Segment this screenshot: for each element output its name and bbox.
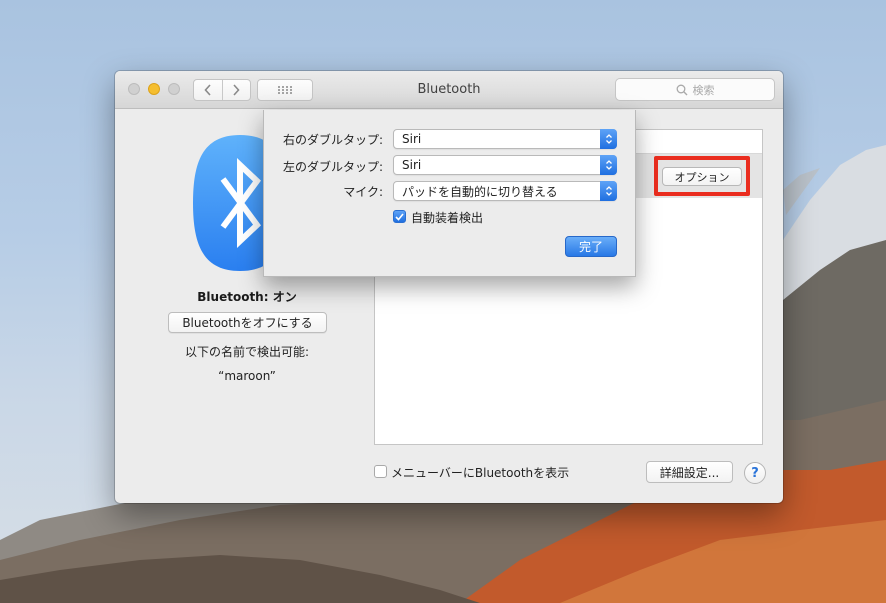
microphone-label: マイク: [343,185,383,199]
left-double-tap-popup[interactable]: Siri [393,155,617,175]
help-button[interactable]: ? [744,462,766,484]
auto-ear-detection-checkbox[interactable] [393,210,406,223]
advanced-settings-button[interactable]: 詳細設定... [646,461,733,483]
search-field[interactable]: 検索 [615,78,775,101]
checkmark-icon [395,212,404,221]
show-in-menubar-label[interactable]: メニューバーにBluetoothを表示 [391,464,569,481]
bluetooth-status: Bluetooth: オン [197,290,297,304]
show-in-menubar-checkbox[interactable] [374,465,387,478]
options-button[interactable]: オプション [662,167,742,186]
right-double-tap-label: 右のダブルタップ: [282,133,383,147]
right-double-tap-popup[interactable]: Siri [393,129,617,149]
airpods-options-sheet: 右のダブルタップ: Siri 左のダブルタップ: Siri マイク: パッドを自… [263,110,636,277]
done-button[interactable]: 完了 [565,236,617,257]
microphone-value: パッドを自動的に切り替える [402,184,558,199]
search-placeholder: 検索 [692,83,715,97]
right-double-tap-value: Siri [402,132,422,146]
computer-name: “maroon” [218,369,276,383]
left-double-tap-label: 左のダブルタップ: [282,160,383,174]
title-bar: Bluetooth 検索 [115,71,783,109]
search-icon [676,84,687,95]
popup-arrows-icon [600,181,617,201]
left-double-tap-value: Siri [402,158,422,172]
microphone-popup[interactable]: パッドを自動的に切り替える [393,181,617,201]
popup-arrows-icon [600,129,617,149]
bluetooth-off-button[interactable]: Bluetoothをオフにする [168,312,327,333]
discoverable-label: 以下の名前で検出可能: [184,345,310,359]
popup-arrows-icon [600,155,617,175]
auto-ear-detection-label[interactable]: 自動装着検出 [411,209,483,226]
